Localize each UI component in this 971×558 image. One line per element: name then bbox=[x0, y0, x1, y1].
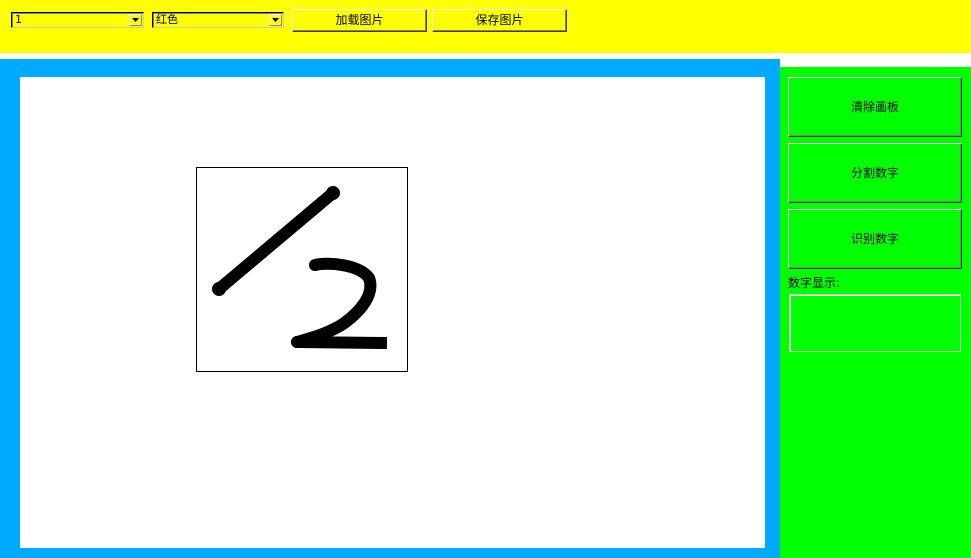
clear-canvas-button[interactable]: 清除画板 bbox=[788, 77, 962, 137]
selection-box bbox=[196, 167, 408, 372]
color-value: 红色 bbox=[156, 13, 178, 26]
result-label: 数字显示: bbox=[788, 276, 841, 290]
color-select[interactable]: 红色 bbox=[152, 12, 284, 28]
stroke-digit-2 bbox=[291, 257, 388, 349]
stroke-digit-1 bbox=[215, 188, 337, 294]
brush-size-select[interactable]: 1 bbox=[11, 12, 144, 28]
chevron-down-icon[interactable] bbox=[269, 14, 282, 26]
canvas-frame bbox=[0, 59, 780, 558]
sidebar: 清除画板 分割数字 识别数字 数字显示: bbox=[780, 67, 971, 558]
drawing-canvas[interactable] bbox=[20, 77, 765, 548]
brush-size-value: 1 bbox=[15, 13, 22, 26]
toolbar: 1 红色 加载图片 保存图片 bbox=[0, 0, 971, 53]
handwritten-digits bbox=[212, 186, 388, 349]
segment-digits-button[interactable]: 分割数字 bbox=[788, 143, 962, 203]
recognize-digits-button[interactable]: 识别数字 bbox=[788, 209, 962, 269]
load-image-button[interactable]: 加载图片 bbox=[292, 9, 427, 32]
chevron-down-icon[interactable] bbox=[129, 14, 142, 26]
save-image-button[interactable]: 保存图片 bbox=[432, 9, 567, 32]
result-display[interactable] bbox=[789, 294, 961, 352]
